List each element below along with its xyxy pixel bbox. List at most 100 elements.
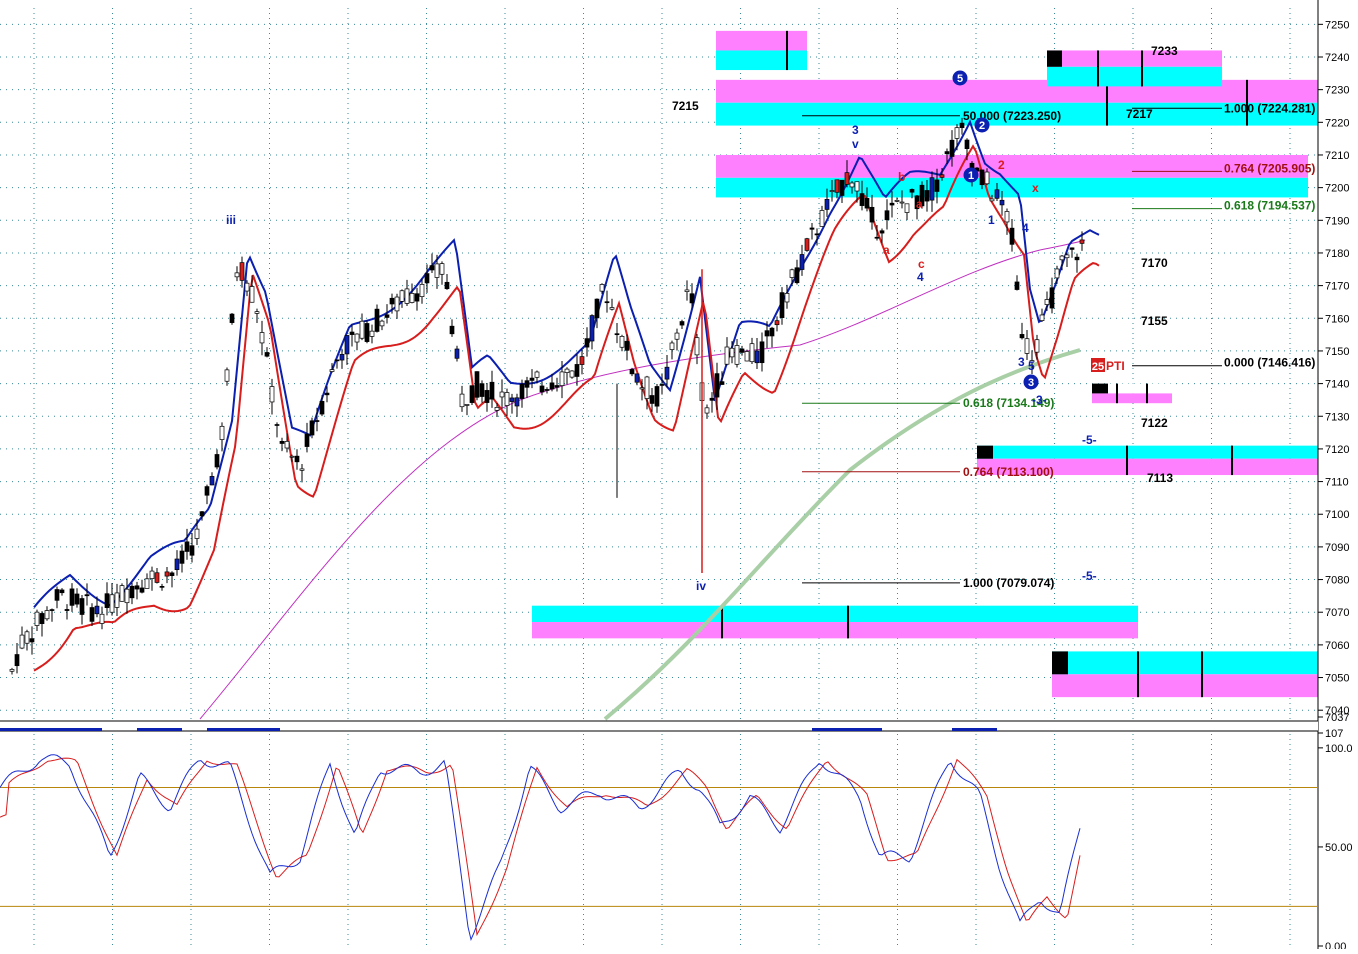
candle-body: [189, 545, 195, 556]
candle-body: [289, 455, 295, 458]
candle-body: [104, 593, 110, 608]
candle-body: [204, 486, 210, 496]
candle-body: [1014, 281, 1020, 290]
zone-band-bottom: [1047, 66, 1222, 87]
candle-body: [1034, 339, 1040, 353]
candle-body: [669, 342, 675, 350]
candle-body: [694, 337, 700, 356]
candle-body: [374, 308, 380, 332]
candle-body: [469, 385, 475, 403]
osc-axis-tick-label: 50.00: [1325, 842, 1353, 854]
time-range-bar: [0, 728, 102, 731]
candle-body: [354, 333, 360, 343]
fib-label-left: 0.764 (7113.100): [963, 465, 1054, 479]
candle-body: [1009, 227, 1015, 245]
axis-tick-label: 7120: [1325, 444, 1349, 456]
candle-body: [409, 293, 415, 303]
axis-tick-label: 7230: [1325, 85, 1349, 97]
candle-body: [594, 298, 600, 319]
circled-wave-label: 3: [1028, 377, 1034, 389]
candle-body: [559, 371, 565, 386]
candle-body: [939, 174, 945, 178]
time-range-bar: [137, 728, 182, 731]
zone-band-bottom: [532, 622, 1138, 639]
wave-label: iv: [696, 579, 706, 593]
candle-body: [364, 323, 370, 342]
candle-body: [19, 634, 25, 649]
candle-body: [79, 598, 85, 615]
candle-body: [569, 370, 575, 378]
axis-tick-label: 7060: [1325, 640, 1349, 652]
candle-body: [174, 558, 180, 571]
candle-body: [799, 254, 805, 270]
osc-axis-tick-label: 100.0: [1325, 743, 1353, 755]
candle-body: [444, 281, 450, 290]
candle-body: [734, 345, 740, 365]
candle-body: [424, 273, 430, 284]
candle-body: [864, 198, 870, 209]
fib-label-left: 1.000 (7079.074): [963, 576, 1054, 590]
candle-body: [479, 383, 485, 397]
candle-body: [814, 233, 820, 236]
candle-body: [599, 284, 605, 292]
fib-label-right: 0.618 (7194.537): [1224, 199, 1315, 213]
candle-body: [659, 384, 665, 386]
candle-body: [129, 585, 135, 599]
candle-body: [314, 420, 320, 422]
candle-body: [889, 202, 895, 206]
candle-body: [39, 613, 45, 625]
candle-body: [639, 387, 645, 390]
candle-body: [234, 272, 240, 278]
candle-body: [834, 179, 840, 193]
candle-body: [839, 179, 845, 196]
candle-body: [804, 238, 810, 251]
candle-body: [299, 468, 305, 471]
candle-body: [229, 313, 235, 323]
candle-body: [529, 377, 535, 381]
candle-body: [524, 380, 530, 388]
candle-body: [304, 433, 310, 447]
candle-body: [1019, 334, 1025, 339]
candle-body: [574, 364, 580, 377]
candle-body: [784, 293, 790, 303]
price-chart: 50.000 (7223.250) 0.618 (7134.149) 0.764 (…: [0, 0, 1358, 953]
candle-body: [404, 288, 410, 304]
candle-body: [769, 327, 775, 337]
candle-body: [844, 172, 850, 185]
candle-body: [1004, 211, 1010, 223]
candle-body: [1059, 255, 1065, 261]
candle-body: [474, 371, 480, 398]
fib-label-right: 1.000 (7224.281): [1224, 101, 1315, 115]
candle-body: [1054, 268, 1060, 279]
zone-band-bottom: [716, 50, 807, 71]
candle-body: [1039, 314, 1045, 321]
candle-body: [604, 301, 610, 304]
zone-black-marker: [1047, 50, 1062, 67]
candle-body: [224, 369, 230, 382]
candle-body: [194, 528, 200, 539]
candle-body: [279, 440, 285, 444]
price-level-label: 7215: [672, 99, 699, 113]
candle-body: [934, 179, 940, 192]
candle-body: [384, 314, 390, 318]
axis-tick-label: 7080: [1325, 575, 1349, 587]
axis-background: [1318, 0, 1358, 949]
candle-body: [504, 392, 510, 406]
wave-label: c: [918, 257, 925, 271]
candle-body: [199, 511, 205, 517]
candle-body: [564, 368, 570, 373]
candle-body: [399, 290, 405, 302]
circled-wave-label: 2: [979, 120, 985, 132]
candle-body: [729, 347, 735, 358]
candle-body: [879, 230, 885, 234]
axis-tick-label: 7090: [1325, 542, 1349, 554]
osc-k-line: [0, 754, 1081, 942]
zone-band-bottom: [1052, 674, 1318, 698]
wave-label: v: [852, 137, 859, 151]
zone-band-top: [716, 30, 807, 51]
wave-label: 3: [1018, 355, 1025, 369]
candle-body: [994, 189, 1000, 199]
candle-body: [954, 127, 960, 139]
axis-tick-label: 7110: [1325, 477, 1349, 489]
candle-body: [414, 293, 420, 302]
